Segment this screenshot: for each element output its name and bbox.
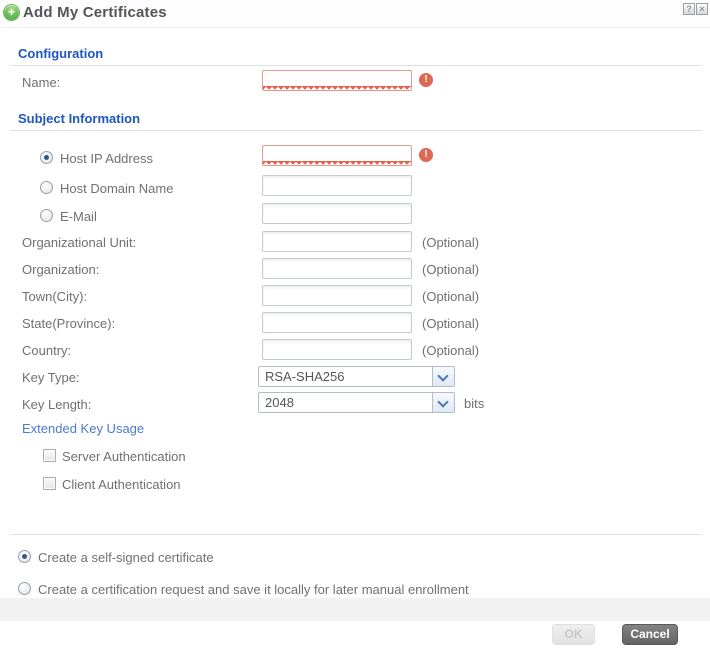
email-label: E-Mail <box>60 209 97 224</box>
page-title: Add My Certificates <box>23 4 167 21</box>
town-city-label: Town(City): <box>22 289 87 304</box>
optional-note: (Optional) <box>422 235 479 250</box>
host-domain-input[interactable] <box>262 175 412 196</box>
host-ip-label: Host IP Address <box>60 151 153 166</box>
key-type-label: Key Type: <box>22 370 80 385</box>
add-icon: + <box>4 5 19 20</box>
name-input[interactable] <box>262 70 412 91</box>
town-city-input[interactable] <box>262 285 412 306</box>
country-input[interactable] <box>262 339 412 360</box>
key-length-value: 2048 <box>265 395 294 410</box>
certification-request-radio[interactable] <box>18 582 31 595</box>
server-authentication-checkbox[interactable] <box>43 449 56 462</box>
client-authentication-label: Client Authentication <box>62 477 181 492</box>
email-radio[interactable] <box>40 209 53 222</box>
email-input[interactable] <box>262 203 412 224</box>
cancel-button[interactable]: Cancel <box>622 624 678 645</box>
organization-label: Organization: <box>22 262 99 277</box>
chevron-down-icon[interactable] <box>432 393 454 412</box>
optional-note: (Optional) <box>422 316 479 331</box>
state-province-input[interactable] <box>262 312 412 333</box>
certification-request-label: Create a certification request and save … <box>38 582 469 597</box>
error-icon: ! <box>419 73 433 87</box>
divider <box>10 534 702 535</box>
client-authentication-checkbox[interactable] <box>43 477 56 490</box>
bits-unit-label: bits <box>464 396 484 411</box>
configuration-heading: Configuration <box>18 46 103 61</box>
host-ip-radio[interactable] <box>40 151 53 164</box>
title-bar: + Add My Certificates ? × <box>0 0 710 28</box>
country-label: Country: <box>22 343 71 358</box>
chevron-down-icon[interactable] <box>432 367 454 386</box>
organization-input[interactable] <box>262 258 412 279</box>
key-length-select[interactable]: 2048 <box>258 392 455 413</box>
host-domain-radio[interactable] <box>40 181 53 194</box>
name-label: Name: <box>22 75 60 90</box>
state-province-label: State(Province): <box>22 316 115 331</box>
server-authentication-label: Server Authentication <box>62 449 186 464</box>
host-domain-label: Host Domain Name <box>60 181 173 196</box>
error-icon: ! <box>419 148 433 162</box>
extended-key-usage-heading: Extended Key Usage <box>22 421 144 436</box>
key-type-select[interactable]: RSA-SHA256 <box>258 366 455 387</box>
organizational-unit-label: Organizational Unit: <box>22 235 136 250</box>
key-length-label: Key Length: <box>22 397 91 412</box>
optional-note: (Optional) <box>422 262 479 277</box>
subject-information-heading: Subject Information <box>18 111 140 126</box>
organizational-unit-input[interactable] <box>262 231 412 252</box>
self-signed-label: Create a self-signed certificate <box>38 550 214 565</box>
self-signed-radio[interactable] <box>18 550 31 563</box>
add-my-certificates-dialog: + Add My Certificates ? × Configuration … <box>0 0 710 655</box>
host-ip-input[interactable] <box>262 145 412 166</box>
divider <box>10 65 702 66</box>
footer-separator <box>0 598 710 621</box>
divider <box>10 130 702 131</box>
key-type-value: RSA-SHA256 <box>265 369 344 384</box>
optional-note: (Optional) <box>422 289 479 304</box>
help-button[interactable]: ? <box>683 3 695 15</box>
ok-button[interactable]: OK <box>552 624 595 645</box>
optional-note: (Optional) <box>422 343 479 358</box>
close-button[interactable]: × <box>696 3 708 15</box>
